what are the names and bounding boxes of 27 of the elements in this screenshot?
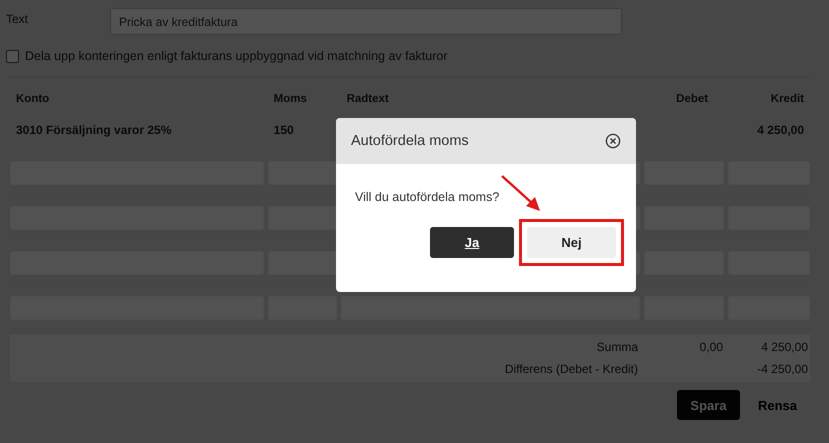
checkbox-label: Dela upp konteringen enligt fakturans uppbyggnad vid matchning av fakturor [25,49,448,63]
table-cell-text: 150 [272,123,295,137]
column-header: Kredit [770,92,805,104]
total-label: Summa [596,340,638,354]
close-icon[interactable] [605,133,621,149]
annotation-arrow [500,174,542,212]
total-value: 4 250,00 [760,340,809,354]
dialog-title: Autofördela moms [351,133,469,149]
yes-button[interactable]: Ja [430,227,514,258]
save-button[interactable]: Spara [677,390,740,420]
column-header: Debet [675,92,710,104]
column-header: Konto [15,92,50,104]
input-field[interactable] [268,206,337,230]
input-field[interactable] [268,251,337,275]
no-button[interactable]: Nej [527,227,616,258]
checkbox[interactable] [6,50,19,62]
dialog-message: Vill du autofördela moms? [355,190,500,204]
table-cell-text: 4 250,00 [756,123,806,137]
column-header: Radtext [346,92,390,104]
total-label: Differens (Debet - Kredit) [504,362,638,376]
total-value: -4 250,00 [756,362,809,376]
text-field[interactable]: Pricka av kreditfaktura [110,8,622,35]
input-field[interactable] [268,161,337,185]
field-label: Text [6,11,30,26]
column-header: Moms [272,92,308,104]
total-value: 0,00 [698,340,723,354]
table-cell-text: 3010 Försäljning varor 25% [15,123,172,137]
